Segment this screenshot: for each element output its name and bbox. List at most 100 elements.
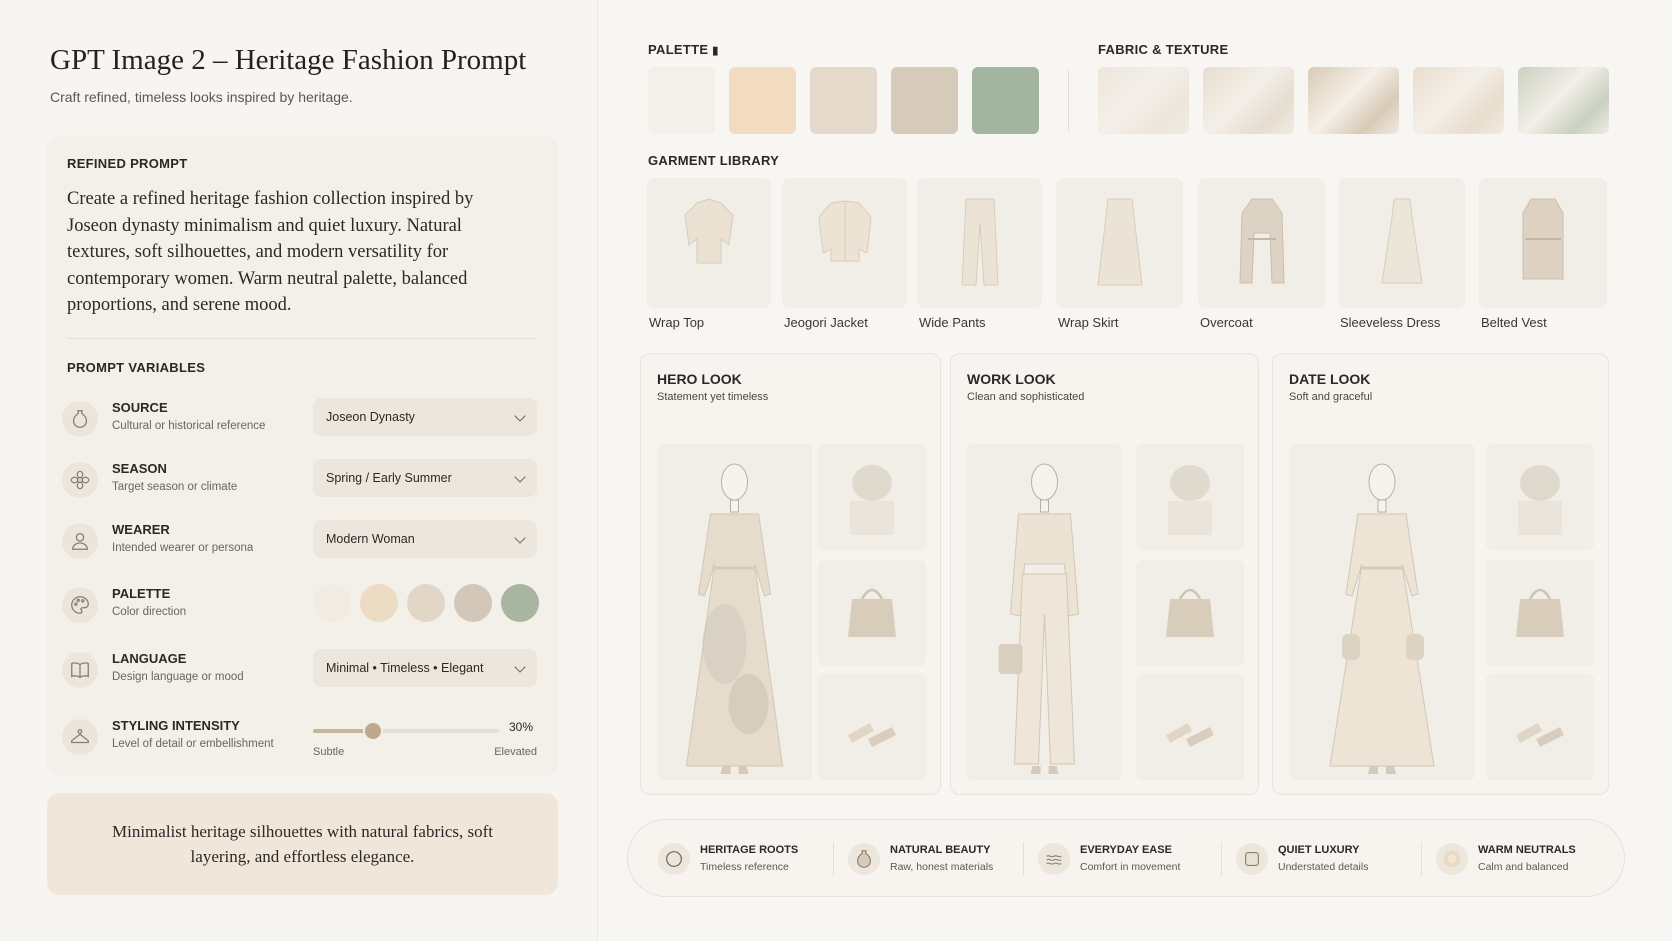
season-desc: Target season or climate <box>112 481 238 493</box>
summary-text: Minimalist heritage silhouettes with nat… <box>112 822 493 866</box>
palette-swatch[interactable] <box>810 67 877 134</box>
divider <box>833 842 834 876</box>
mannequin-figure <box>1329 463 1435 774</box>
refined-prompt-label: REFINED PROMPT <box>67 156 188 171</box>
garment-label: Wrap Skirt <box>1058 315 1119 330</box>
accessory-card <box>1136 444 1244 550</box>
feature-desc: Calm and balanced <box>1478 861 1569 873</box>
look-card[interactable]: DATE LOOK Soft and graceful <box>1272 353 1609 795</box>
feature-desc: Timeless reference <box>700 861 789 873</box>
garment-image <box>1380 198 1423 284</box>
hanger-icon <box>62 719 98 755</box>
fabric-swatch[interactable] <box>1413 67 1504 134</box>
season-dropdown[interactable]: Spring / Early Summer <box>313 459 537 497</box>
page-title: GPT Image 2 – Heritage Fashion Prompt <box>50 44 527 76</box>
slider-fill <box>313 729 369 733</box>
variable-language: LANGUAGE Design language or mood Minimal… <box>62 649 542 699</box>
feature-desc: Understated details <box>1278 861 1369 873</box>
variable-season: SEASON Target season or climate Spring /… <box>62 459 542 509</box>
look-card[interactable]: HERO LOOK Statement yet timeless <box>640 353 941 795</box>
accessory-card <box>1136 560 1244 666</box>
book-icon <box>62 652 98 688</box>
look-title: DATE LOOK <box>1289 371 1371 387</box>
palette-swatch[interactable] <box>360 584 398 622</box>
shoes-image <box>1516 723 1564 747</box>
prompt-card: REFINED PROMPT Create a refined heritage… <box>47 136 558 776</box>
accessory-card <box>818 444 926 550</box>
wearer-dropdown[interactable]: Modern Woman <box>313 520 537 558</box>
garment-card[interactable] <box>1198 178 1325 308</box>
vase-image <box>850 465 894 535</box>
palette-swatch[interactable] <box>648 67 715 134</box>
slider-value: 30% <box>509 720 534 734</box>
chevron-down-icon <box>514 471 526 483</box>
palette-var-title: PALETTE <box>112 586 171 601</box>
chevron-down-icon <box>514 410 526 422</box>
garment-library-label: GARMENT LIBRARY <box>648 153 780 168</box>
slider-max-label: Elevated <box>494 746 537 758</box>
garment-image <box>684 198 734 264</box>
fabric-swatch[interactable] <box>1203 67 1294 134</box>
language-value: Minimal • Timeless • Elegant <box>326 661 484 675</box>
garment-card[interactable] <box>1056 178 1183 308</box>
garment-card[interactable] <box>1338 178 1465 308</box>
fabric-swatch[interactable] <box>1518 67 1609 134</box>
page-subtitle: Craft refined, timeless looks inspired b… <box>50 89 353 105</box>
garment-label: Jeogori Jacket <box>784 315 868 330</box>
palette-swatch[interactable] <box>454 584 492 622</box>
variable-wearer: WEARER Intended wearer or persona Modern… <box>62 520 542 570</box>
slider-thumb[interactable] <box>362 721 383 741</box>
wave-icon <box>1038 843 1070 875</box>
look-figure <box>1289 444 1475 780</box>
styling-desc: Level of detail or embellishment <box>112 738 274 750</box>
feature-title: HERITAGE ROOTS <box>700 844 799 856</box>
shoes-image <box>1166 723 1214 747</box>
variable-palette: PALETTE Color direction <box>62 584 542 634</box>
source-dropdown[interactable]: Joseon Dynasty <box>313 398 537 436</box>
palette-swatch[interactable] <box>891 67 958 134</box>
styling-slider[interactable] <box>313 721 499 741</box>
summary-card: Minimalist heritage silhouettes with nat… <box>47 793 558 895</box>
feature-title: EVERYDAY EASE <box>1080 844 1172 856</box>
vase-icon <box>62 401 98 437</box>
source-desc: Cultural or historical reference <box>112 420 266 432</box>
garment-image <box>1522 198 1564 280</box>
look-subtitle: Soft and graceful <box>1289 391 1373 403</box>
handbag-image <box>848 588 896 637</box>
variable-styling-intensity: STYLING INTENSITY Level of detail or emb… <box>62 716 542 766</box>
garment-card[interactable] <box>1479 178 1607 308</box>
left-panel: GPT Image 2 – Heritage Fashion Prompt Cr… <box>0 0 598 941</box>
palette-swatch[interactable] <box>972 67 1039 134</box>
garment-card[interactable] <box>647 178 771 308</box>
palette-var-desc: Color direction <box>112 606 187 618</box>
palette-swatch[interactable] <box>313 584 351 622</box>
garment-image <box>1096 198 1143 286</box>
styling-title: STYLING INTENSITY <box>112 718 240 733</box>
look-card[interactable]: WORK LOOK Clean and sophisticated <box>950 353 1259 795</box>
palette-swatch[interactable] <box>729 67 796 134</box>
language-dropdown[interactable]: Minimal • Timeless • Elegant <box>313 649 537 687</box>
palette-swatch[interactable] <box>407 584 445 622</box>
garment-card[interactable] <box>917 178 1042 308</box>
accessory-card <box>1486 674 1594 780</box>
divider <box>67 338 537 339</box>
fabric-swatch[interactable] <box>1098 67 1189 134</box>
garment-label: Belted Vest <box>1481 315 1547 330</box>
feature-desc: Raw, honest materials <box>890 861 994 873</box>
garment-label: Wide Pants <box>919 315 986 330</box>
features-bar: HERITAGE ROOTS Timeless reference NATURAL … <box>627 819 1625 897</box>
garment-label: Overcoat <box>1200 315 1253 330</box>
handbag-image <box>1166 588 1214 637</box>
language-title: LANGUAGE <box>112 651 187 666</box>
source-title: SOURCE <box>112 400 168 415</box>
season-title: SEASON <box>112 461 167 476</box>
refined-prompt-text[interactable]: Create a refined heritage fashion collec… <box>67 186 522 319</box>
feature-title: WARM NEUTRALS <box>1478 844 1576 856</box>
fabric-swatch[interactable] <box>1308 67 1399 134</box>
garment-card[interactable] <box>782 178 907 308</box>
mannequin-figure <box>998 463 1080 774</box>
palette-swatch[interactable] <box>501 584 539 622</box>
look-title: WORK LOOK <box>967 371 1056 387</box>
fabric-icon <box>1236 843 1268 875</box>
feature-title: NATURAL BEAUTY <box>890 844 991 856</box>
